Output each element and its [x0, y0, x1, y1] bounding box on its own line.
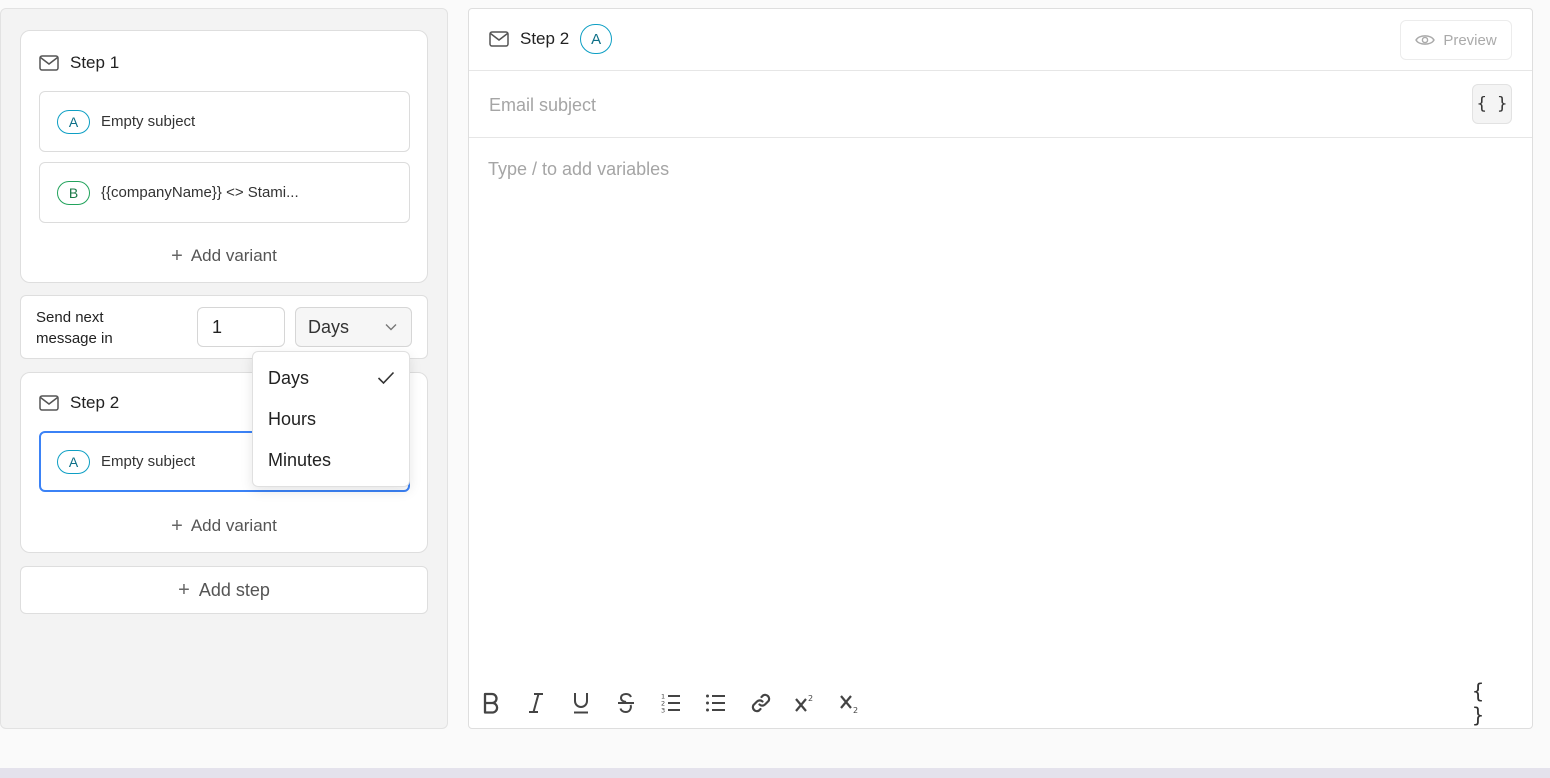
formatting-toolbar: 123 2 2 { } — [469, 678, 1532, 728]
variant-item[interactable]: A Empty subject — [39, 91, 410, 152]
variant-item[interactable]: B {{companyName}} <> Stami... — [39, 162, 410, 223]
email-subject-input[interactable] — [489, 91, 1449, 119]
add-variant-button[interactable]: + Add variant — [21, 246, 427, 266]
dropdown-option-hours[interactable]: Hours — [253, 402, 409, 436]
preview-label: Preview — [1443, 31, 1497, 49]
variant-badge: A — [580, 24, 613, 54]
step-header: Step 1 — [39, 53, 119, 73]
dropdown-option-days[interactable]: Days — [253, 361, 409, 395]
body-placeholder: Type / to add variables — [488, 159, 670, 179]
editor-step-title: Step 2 — [520, 29, 570, 48]
plus-icon: + — [171, 245, 183, 267]
variant-subject: {{companyName}} <> Stami... — [101, 184, 299, 201]
variant-subject: Empty subject — [101, 113, 196, 130]
step-title: Step 1 — [70, 53, 120, 72]
step-title: Step 2 — [70, 393, 120, 412]
insert-variable-button[interactable]: { } — [1472, 84, 1512, 124]
variant-badge: A — [57, 109, 90, 134]
mail-icon — [489, 31, 509, 47]
link-icon[interactable] — [744, 688, 778, 718]
email-editor: Step 2 A Preview { } Type / to add varia… — [468, 8, 1533, 729]
chevron-down-icon — [385, 323, 397, 331]
add-step-button[interactable]: + Add step — [20, 566, 428, 614]
underline-icon[interactable] — [564, 688, 598, 718]
svg-text:2: 2 — [808, 694, 813, 703]
ordered-list-icon[interactable]: 123 — [654, 688, 688, 718]
delay-value-input[interactable] — [197, 307, 285, 347]
plus-icon: + — [171, 515, 183, 537]
italic-icon[interactable] — [519, 688, 553, 718]
bold-icon[interactable] — [474, 688, 508, 718]
variant-badge: A — [57, 449, 90, 474]
dropdown-option-minutes[interactable]: Minutes — [253, 443, 409, 477]
subject-row: { } — [469, 71, 1532, 138]
insert-variable-button[interactable]: { } — [1472, 679, 1506, 727]
editor-header: Step 2 A Preview — [469, 9, 1532, 71]
add-variant-button[interactable]: + Add variant — [21, 516, 427, 536]
strikethrough-icon[interactable] — [609, 688, 643, 718]
bullet-list-icon[interactable] — [699, 688, 733, 718]
editor-title: Step 2 A — [489, 24, 613, 54]
mail-icon — [39, 395, 59, 411]
delay-row: Send next message in Days — [20, 295, 428, 359]
delay-unit-select[interactable]: Days — [295, 307, 412, 347]
add-variant-label: Add variant — [190, 246, 277, 265]
preview-button[interactable]: Preview — [1400, 20, 1512, 60]
eye-icon — [1415, 33, 1436, 47]
svg-text:2: 2 — [853, 706, 858, 714]
delay-label: Send next message in — [36, 309, 113, 347]
plus-icon: + — [178, 579, 190, 601]
step-card-1: Step 1 A Empty subject B {{companyName}}… — [20, 30, 428, 283]
option-label: Hours — [268, 408, 317, 429]
subscript-icon[interactable]: 2 — [834, 688, 868, 718]
add-variant-label: Add variant — [190, 516, 277, 535]
mail-icon — [39, 55, 59, 71]
svg-text:3: 3 — [661, 707, 665, 715]
delay-unit-value: Days — [308, 316, 350, 337]
email-body-editor[interactable]: Type / to add variables — [469, 139, 1532, 679]
variant-badge: B — [57, 180, 90, 205]
delay-unit-dropdown: Days Hours Minutes — [252, 351, 410, 487]
option-label: Minutes — [268, 449, 332, 470]
variant-subject: Empty subject — [101, 453, 196, 470]
window-bottom-bar — [0, 768, 1550, 778]
option-label: Days — [268, 367, 310, 388]
add-step-label: Add step — [198, 579, 270, 600]
step-header: Step 2 — [39, 393, 119, 413]
superscript-icon[interactable]: 2 — [789, 688, 823, 718]
check-icon — [377, 371, 395, 385]
